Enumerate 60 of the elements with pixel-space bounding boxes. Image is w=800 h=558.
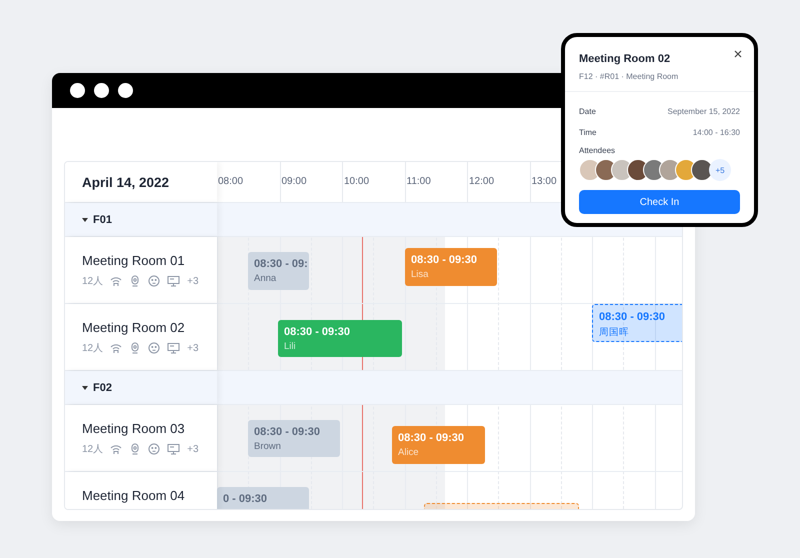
room-name: Meeting Room 02 <box>82 320 186 335</box>
room-capacity: 12人 <box>82 275 104 288</box>
event-time: 08:30 - 09:30 <box>599 311 666 323</box>
close-icon <box>734 50 742 58</box>
event-organizer: Anna <box>254 273 278 284</box>
webcam-icon <box>129 443 142 455</box>
room-capacity: 12人 <box>82 443 104 456</box>
wifi-icon <box>110 275 122 287</box>
monitor-icon <box>167 443 180 455</box>
window-dot-icon <box>94 83 109 98</box>
hour-label: 11:00 <box>406 176 431 187</box>
event-organizer: Brown <box>254 441 282 452</box>
more-attendees: +5 <box>709 159 731 181</box>
tentative-event-block[interactable]: 08:30 - 09:30 周国晖 <box>592 304 682 342</box>
popover-subtitle: F12 · #R01 · Meeting Room <box>579 72 680 81</box>
room-name: Meeting Room 03 <box>82 421 186 436</box>
event-time: 08:30 - 09:30 <box>398 432 466 444</box>
schedule-date: April 14, 2022 <box>82 174 170 190</box>
detail-value: 14:00 - 16:30 <box>692 128 740 137</box>
wifi-icon <box>110 342 122 354</box>
hour-label: 08:00 <box>218 176 244 187</box>
detail-label: Time <box>579 128 596 137</box>
hour-label: 09:00 <box>282 176 307 187</box>
past-event-block[interactable]: 08:30 - 09:30 Brown <box>248 420 340 457</box>
event-time: 08:30 - 09:30 <box>411 254 478 266</box>
more-amenities: +3 <box>187 276 199 286</box>
detail-value: September 15, 2022 <box>668 107 740 116</box>
event-block[interactable]: 08:30 - 09:30 Lili <box>278 320 402 357</box>
detail-label: Date <box>579 107 596 116</box>
event-time: 08:30 - 09:30 <box>284 326 352 338</box>
webcam-icon <box>129 275 142 287</box>
wifi-icon <box>110 443 122 455</box>
more-amenities: +3 <box>187 444 199 454</box>
window-dot-icon <box>70 83 85 98</box>
event-organizer: Lisa <box>411 269 430 280</box>
hour-label: 10:00 <box>344 176 370 187</box>
monitor-icon <box>167 342 180 354</box>
past-event-block[interactable]: 0 - 09:30 <box>217 487 309 509</box>
window-dot-icon <box>118 83 133 98</box>
popover-title: Meeting Room 02 <box>579 53 670 65</box>
floor-group-toggle[interactable]: F01 <box>82 214 217 226</box>
event-organizer: 周国晖 <box>599 326 630 339</box>
room-name: Meeting Room 04 <box>82 488 186 503</box>
monitor-icon <box>167 275 180 287</box>
event-time: 0 - 09:30 <box>223 493 268 505</box>
hour-label: 13:00 <box>532 176 557 187</box>
room-name: Meeting Room 01 <box>82 253 186 268</box>
event-block[interactable]: 08:30 - 09:30 Alice <box>392 426 485 464</box>
floor-group-toggle[interactable]: F02 <box>82 382 217 394</box>
attendees-label: Attendees <box>579 146 616 155</box>
hour-label: 12:00 <box>469 176 494 187</box>
more-amenities: +3 <box>187 342 199 354</box>
room-capacity: 12人 <box>82 342 104 355</box>
webcam-icon <box>129 342 142 354</box>
event-organizer: Alice <box>398 447 420 458</box>
event-organizer: Lili <box>284 341 297 352</box>
event-time: 08:30 - 09:30 <box>254 426 322 438</box>
event-block[interactable]: 08:30 - 09:30 Lisa <box>405 248 497 286</box>
past-event-block[interactable]: 08:30 - 09: Anna <box>248 252 309 290</box>
check-in-button[interactable]: Check In <box>579 190 740 214</box>
